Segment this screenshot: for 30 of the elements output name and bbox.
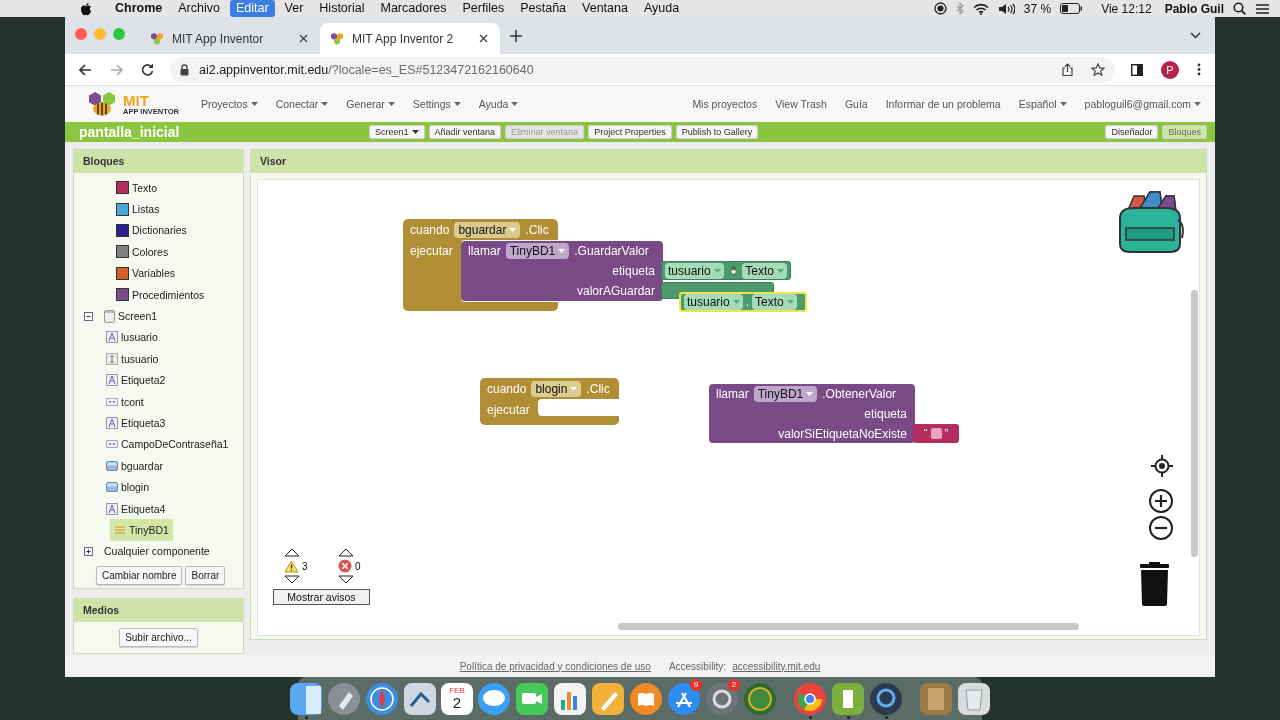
block-label: llamar [716,387,749,401]
panel-title: Medios [74,599,243,622]
block-label: valorAGuardar [576,284,655,298]
block-label: etiqueta [612,264,655,278]
battery-percentage: 37 % [1023,1,1052,16]
block-label: ejecutar [410,243,453,258]
panel-title: Visor [251,150,1206,173]
project-name: pantalla_inicial [79,124,181,140]
accessibility-label: Accessibility: [668,660,727,672]
block-label: cuando [410,222,450,237]
block-label: .Clic [525,222,549,237]
quote-mark: “ [923,428,928,439]
calendar-month: FEB [449,687,465,695]
warning-count: 3 [302,560,308,572]
block-label: ejecutar [487,402,530,417]
panel-title: Bloques [74,150,243,173]
notification-badge: 9 [690,679,702,691]
block-label: .Clic [586,381,610,396]
error-count: 0 [355,560,361,572]
block-label: cuando [487,381,527,396]
block-label: llamar [468,244,501,258]
block-label: . [745,295,750,309]
calendar-day: 2 [452,695,462,710]
logo-title: MIT [123,92,150,108]
block-label: .GuardarValor [574,244,649,258]
notification-badge: 2 [728,679,740,691]
block-label: valorSiEtiquetaNoExiste [778,427,907,441]
quote-mark: ” [944,428,949,439]
block-label: etiqueta [864,407,907,421]
block-label: .ObtenerValor [822,387,897,401]
